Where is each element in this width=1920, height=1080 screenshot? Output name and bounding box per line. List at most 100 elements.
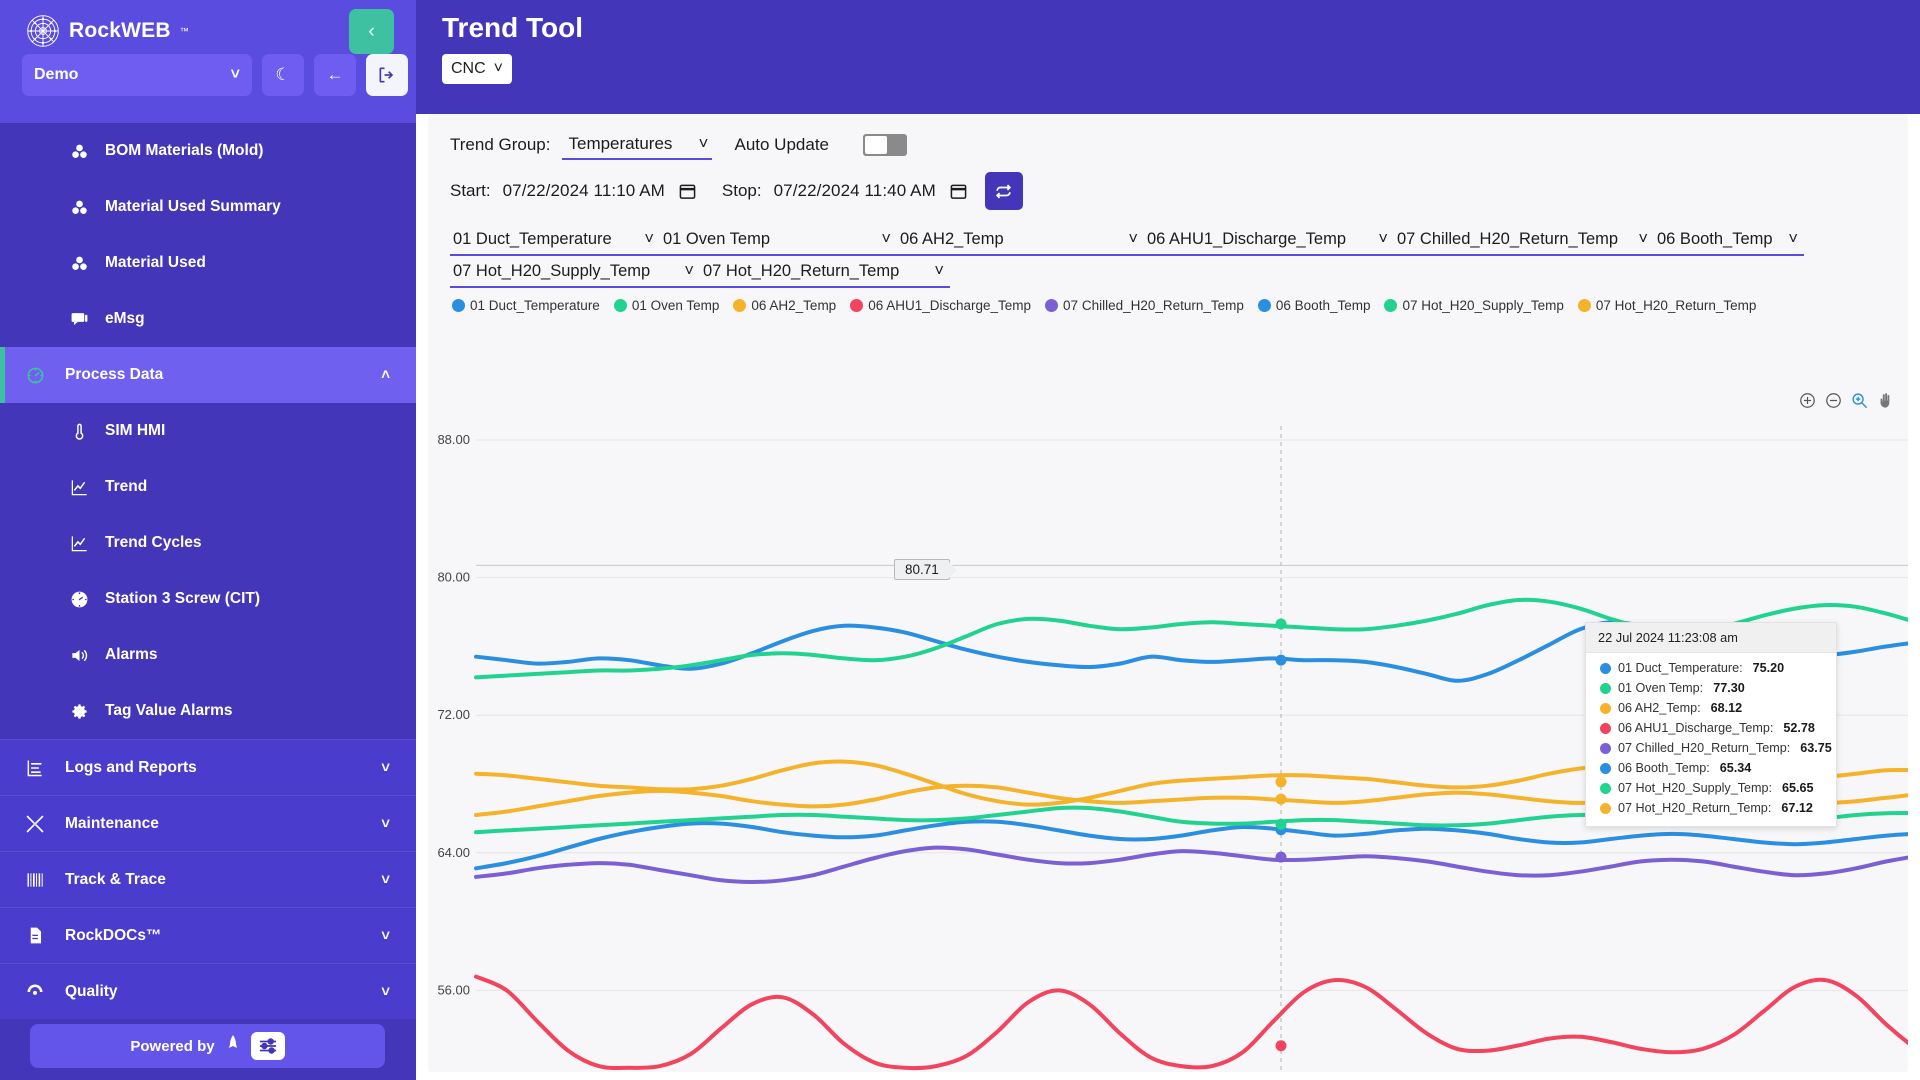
- web-logo-icon: [26, 14, 60, 48]
- legend-item[interactable]: 06 AHU1_Discharge_Temp: [850, 298, 1031, 313]
- site-select-value: Demo: [34, 66, 79, 83]
- chart-legend: 01 Duct_Temperature 01 Oven Temp 06 AH2_Te…: [428, 288, 1908, 313]
- sidebar-item-station-3-screw-cit[interactable]: Station 3 Screw (CIT): [0, 571, 416, 627]
- tag-select-row1-5[interactable]: 06 Booth_Temp ˅: [1654, 224, 1804, 256]
- tooltip-timestamp: 22 Jul 2024 11:23:08 am: [1586, 623, 1836, 653]
- zoom-select-icon[interactable]: [1851, 392, 1868, 409]
- legend-item[interactable]: 07 Hot_H20_Return_Temp: [1577, 298, 1756, 313]
- sidebar-item-track-trace[interactable]: Track & Trace ˅: [0, 851, 416, 907]
- pan-hand-icon[interactable]: [1877, 392, 1894, 409]
- stop-calendar-icon[interactable]: [950, 182, 967, 200]
- y-axis-tick-label: 88.00: [437, 432, 470, 447]
- sidebar-item-label: Process Data: [65, 366, 164, 383]
- powered-by-badge[interactable]: Powered by: [30, 1024, 385, 1068]
- legend-item[interactable]: 06 AH2_Temp: [733, 298, 836, 313]
- sidebar-item-sim-hmi[interactable]: SIM HMI: [0, 403, 416, 459]
- powered-by-label: Powered by: [130, 1037, 215, 1055]
- tooltip-color-dot: [1600, 722, 1611, 734]
- tooltip-series-value: 65.65: [1782, 781, 1814, 795]
- refresh-button[interactable]: [984, 172, 1023, 210]
- tooltip-series-label: 01 Oven Temp:: [1618, 681, 1704, 695]
- sidebar-item-label: Station 3 Screw (CIT): [105, 590, 261, 607]
- tag-select-row1-0[interactable]: 01 Duct_Temperature ˅: [450, 224, 660, 256]
- chart-cursor-point: [1275, 776, 1287, 788]
- sidebar-item-logs-and-reports[interactable]: Logs and Reports ˅: [0, 739, 416, 795]
- chart-cursor-point: [1275, 818, 1287, 830]
- tooltip-row: 07 Hot_H20_Supply_Temp: 65.65: [1586, 778, 1836, 798]
- trend-panel: Trend Group: Temperatures ˅ Auto Update …: [428, 114, 1908, 1072]
- sidebar-item-alarms[interactable]: Alarms: [0, 627, 416, 683]
- zoom-out-icon[interactable]: [1825, 392, 1842, 409]
- sidebar-item-bom-materials-mold[interactable]: BOM Materials (Mold): [0, 123, 416, 179]
- stop-datetime-input[interactable]: 07/22/2024 11:40 AM: [774, 181, 936, 201]
- y-axis-tick-label: 80.00: [437, 570, 470, 585]
- sidebar-item-label: Trend Cycles: [105, 534, 202, 551]
- sidebar-collapse-button[interactable]: ‹: [349, 9, 394, 54]
- sidebar-item-process-data[interactable]: Process Data ˄: [0, 347, 416, 403]
- chart-cursor-point: [1275, 851, 1287, 863]
- machine-select[interactable]: CNC ˅: [442, 54, 513, 84]
- start-calendar-icon[interactable]: [679, 182, 696, 200]
- tag-select-row1-3[interactable]: 06 AHU1_Discharge_Temp ˅: [1144, 224, 1394, 256]
- sidebar-item-emsg[interactable]: eMsg: [0, 291, 416, 347]
- tag-select-value: 06 AH2_Temp: [900, 229, 1004, 248]
- tag-select-row1-2[interactable]: 06 AH2_Temp ˅: [897, 224, 1144, 256]
- sidebar-item-label: Quality: [65, 982, 118, 1000]
- sidebar-item-material-used[interactable]: Material Used: [0, 235, 416, 291]
- sidebar-item-maintenance[interactable]: Maintenance ˅: [0, 795, 416, 851]
- tooltip-row: 01 Duct_Temperature: 75.20: [1586, 658, 1836, 678]
- sidebar-item-tag-value-alarms[interactable]: Tag Value Alarms: [0, 683, 416, 739]
- tooltip-color-dot: [1600, 782, 1611, 794]
- logout-icon: [379, 67, 394, 83]
- chevron-down-icon: ˅: [1378, 229, 1388, 248]
- sidebar-item-quality[interactable]: Quality ˅: [0, 963, 416, 1019]
- legend-item[interactable]: 01 Oven Temp: [613, 298, 719, 313]
- tooltip-row: 01 Oven Temp: 77.30: [1586, 678, 1836, 698]
- auto-update-toggle[interactable]: [863, 134, 907, 156]
- sidebar-item-label: Track & Trace: [65, 870, 166, 888]
- start-datetime-input[interactable]: 07/22/2024 11:10 AM: [503, 181, 665, 201]
- tooltip-color-dot: [1600, 662, 1611, 674]
- tooltip-series-label: 01 Duct_Temperature:: [1618, 661, 1743, 675]
- cubes-icon: [66, 254, 92, 273]
- tag-select-row1-1[interactable]: 01 Oven Temp ˅: [660, 224, 897, 256]
- tag-select-value: 01 Oven Temp: [663, 229, 771, 248]
- cubes-icon: [66, 142, 92, 161]
- tooltip-series-label: 07 Chilled_H20_Return_Temp:: [1618, 741, 1791, 755]
- legend-item[interactable]: 07 Chilled_H20_Return_Temp: [1045, 298, 1244, 313]
- machine-select-value: CNC: [451, 60, 486, 77]
- dark-mode-button[interactable]: ☾: [262, 54, 304, 96]
- tag-select-row2-0[interactable]: 07 Hot_H20_Supply_Temp ˅: [450, 256, 700, 288]
- sidebar-item-rockdocs[interactable]: RockDOCs™ ˅: [0, 907, 416, 963]
- chevron-down-icon: ˅: [644, 229, 654, 248]
- tooltip-series-value: 68.12: [1710, 701, 1743, 715]
- sidebar-item-trend-cycles[interactable]: Trend Cycles: [0, 515, 416, 571]
- chevron-down-icon: ˅: [381, 759, 390, 776]
- chart-tool-buttons[interactable]: [1799, 392, 1894, 409]
- chevron-down-icon: ˅: [881, 229, 891, 248]
- chevron-down-icon: ˅: [381, 871, 390, 888]
- sidebar-nav[interactable]: BOM Materials (Mold) Material Used Summar…: [0, 123, 416, 1080]
- legend-item[interactable]: 07 Hot_H20_Supply_Temp: [1384, 298, 1564, 313]
- tag-select-row2-1[interactable]: 07 Hot_H20_Return_Temp ˅: [700, 256, 950, 288]
- trend-group-value: Temperatures: [568, 134, 673, 153]
- brand-trademark: ™: [179, 26, 189, 36]
- back-button[interactable]: ←: [314, 54, 356, 96]
- site-select[interactable]: Demo ˅: [22, 54, 252, 96]
- legend-color-dot: [452, 299, 465, 312]
- sidebar-item-label: Logs and Reports: [65, 758, 197, 776]
- tag-select-row1-4[interactable]: 07 Chilled_H20_Return_Temp ˅: [1394, 224, 1654, 256]
- legend-item[interactable]: 06 Booth_Temp: [1257, 298, 1370, 313]
- moon-icon: ☾: [275, 65, 291, 84]
- trend-group-select[interactable]: Temperatures ˅: [562, 130, 713, 160]
- sidebar-item-label: eMsg: [105, 310, 145, 327]
- tooltip-color-dot: [1600, 682, 1611, 694]
- sidebar-item-trend[interactable]: Trend: [0, 459, 416, 515]
- zoom-in-icon[interactable]: [1799, 392, 1816, 409]
- legend-item[interactable]: 01 Duct_Temperature: [452, 298, 600, 313]
- tooltip-row: 06 AH2_Temp: 68.12: [1586, 698, 1836, 718]
- sidebar-item-material-used-summary[interactable]: Material Used Summary: [0, 179, 416, 235]
- logout-button[interactable]: [366, 54, 408, 96]
- cubes-icon: [66, 198, 92, 217]
- chevron-down-icon: ˅: [698, 134, 709, 153]
